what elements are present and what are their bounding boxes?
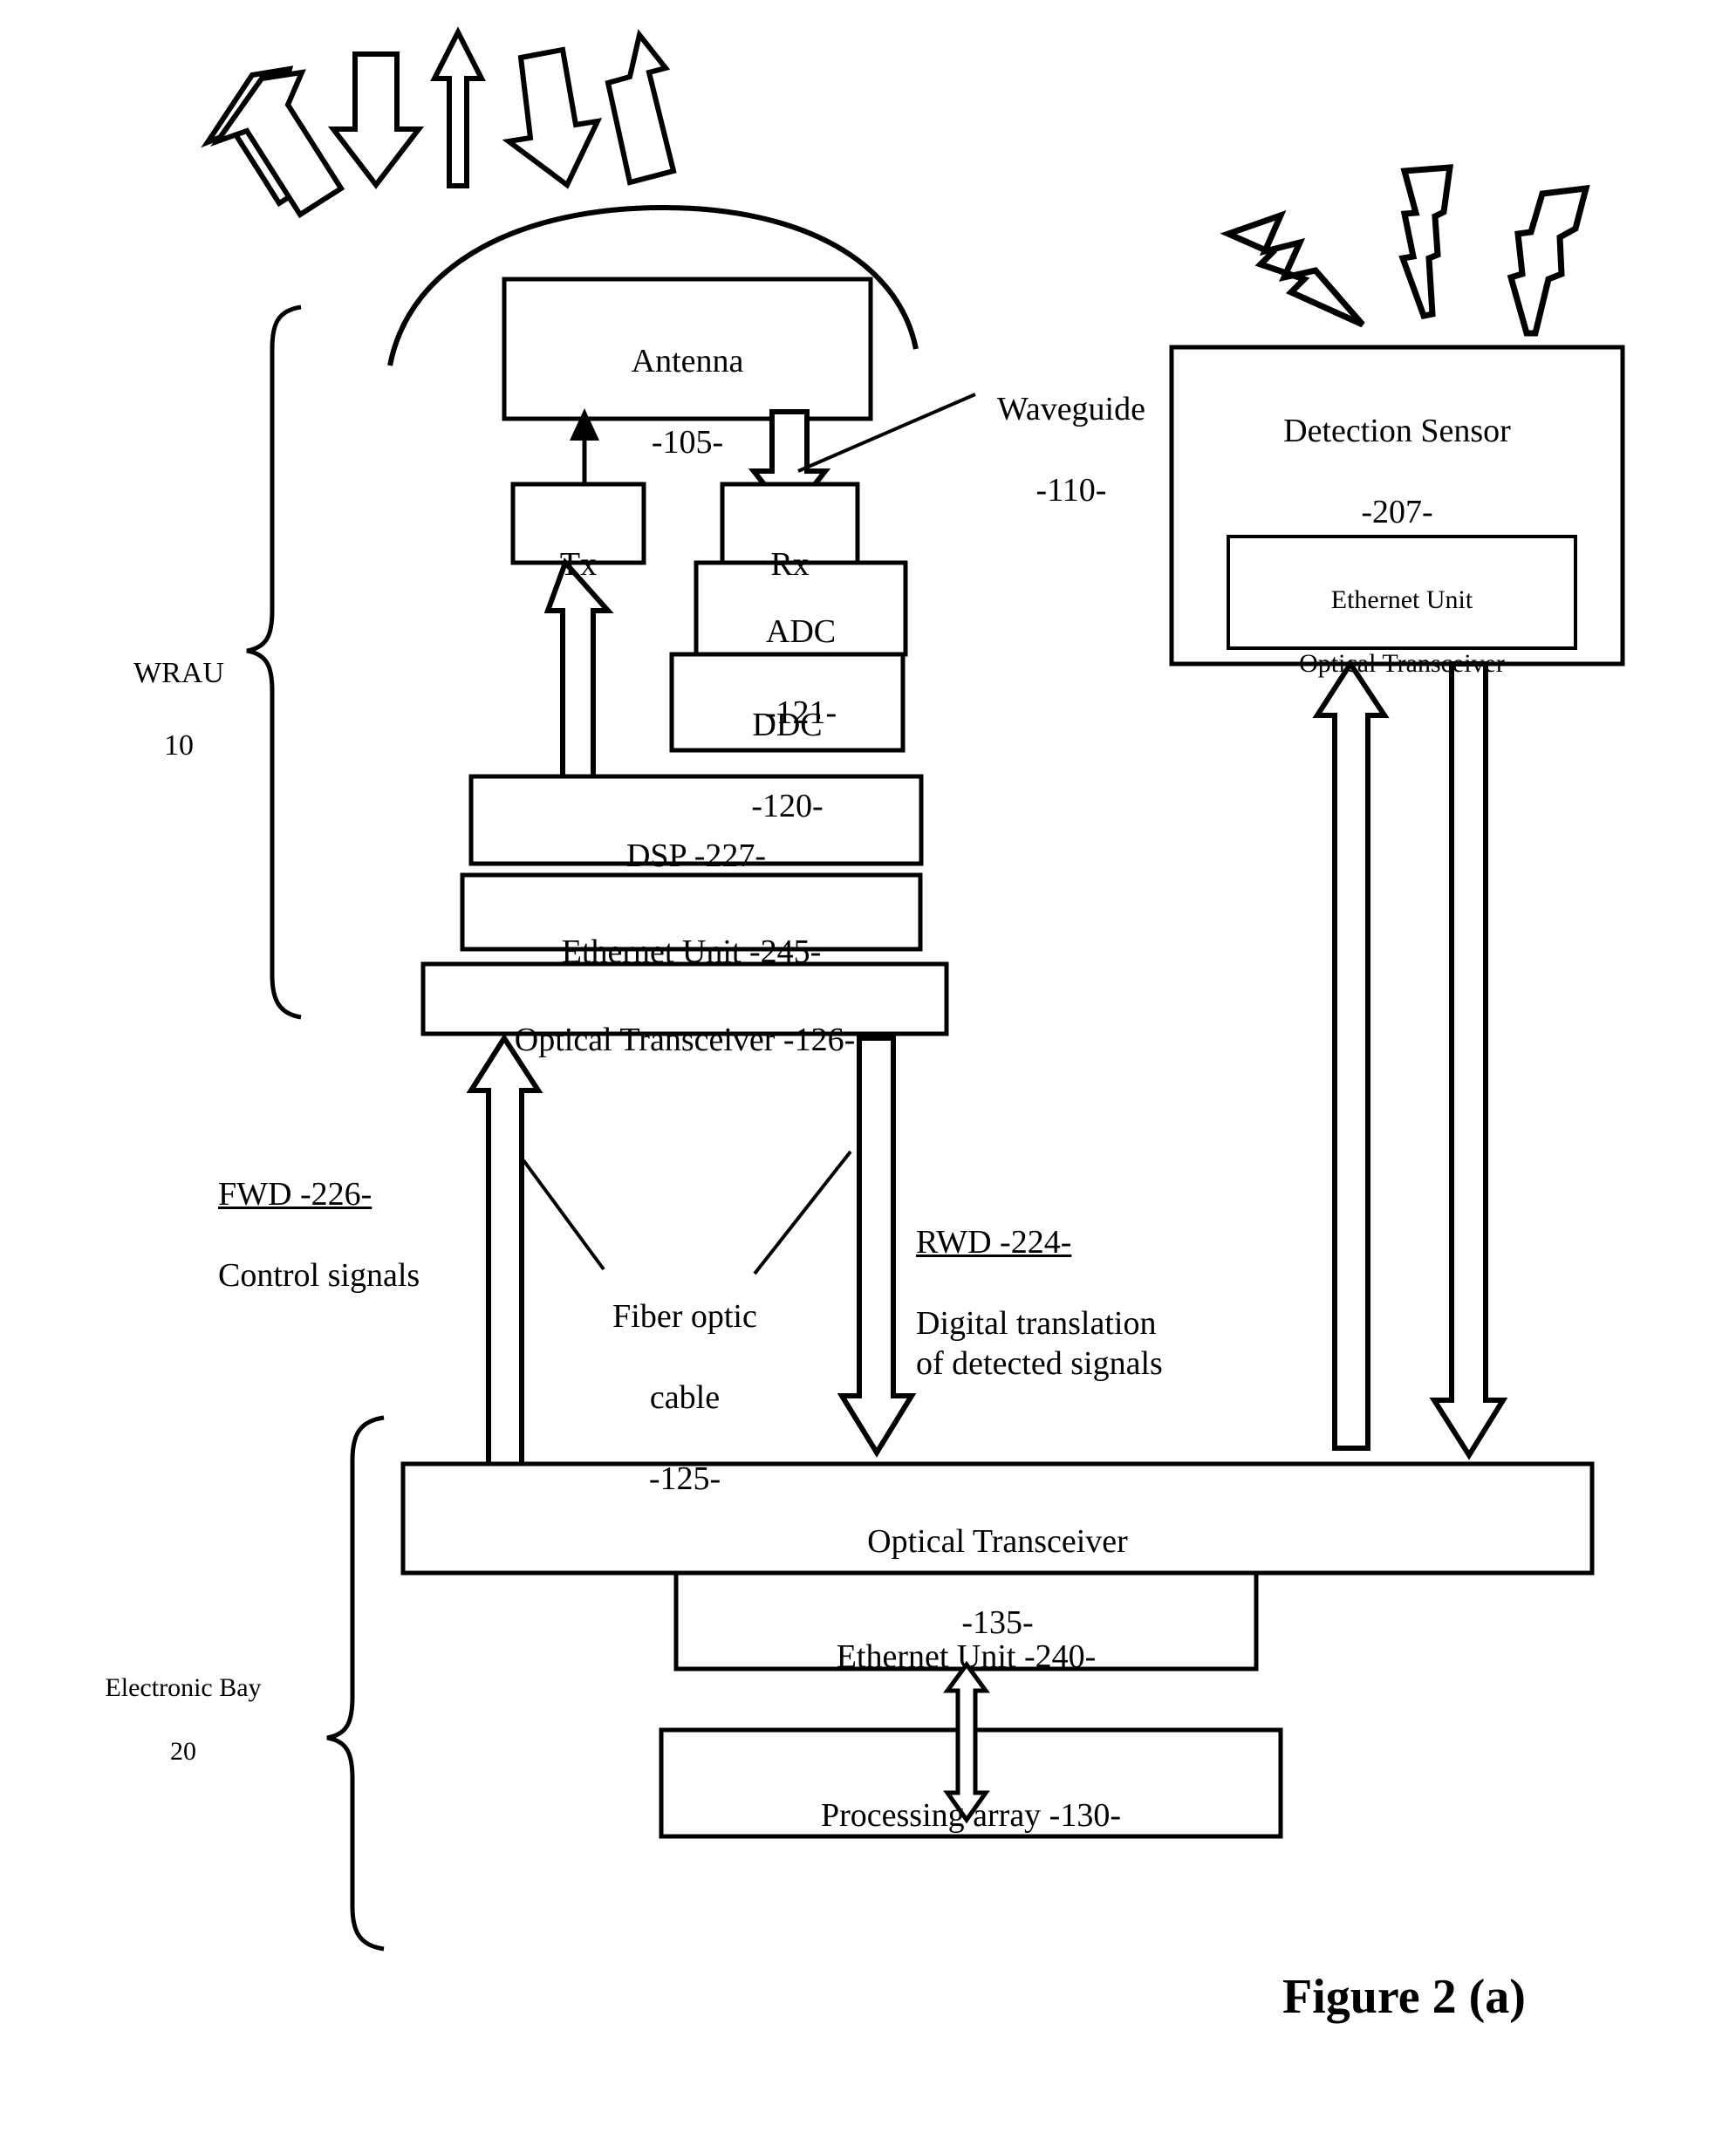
rx-box: [720, 482, 860, 565]
wrau-bracket-icon: [246, 304, 302, 1020]
sensor-ethernet-optical-box: [1227, 535, 1577, 650]
ethernet-unit-245-box: [460, 872, 923, 952]
electronic-bay-bracket-icon: [326, 1415, 385, 1952]
fiber-leader-line-left: [522, 1159, 605, 1271]
ddc-box: [669, 652, 906, 753]
optical-transceiver-135-box: [400, 1461, 1595, 1576]
antenna-box: [502, 277, 873, 421]
sensor-uplink-arrow-icon: [1312, 659, 1390, 1451]
tx-box: [510, 482, 646, 565]
rwd-fiber-arrow-icon: [837, 1036, 917, 1458]
optical-transceiver-126-box: [420, 961, 949, 1036]
lightning-bolt-icon-1: [1220, 210, 1365, 328]
fiber-leader-line-right: [753, 1150, 852, 1275]
ethernet-unit-240-box: [673, 1570, 1259, 1672]
fwd-fiber-arrow-icon: [466, 1033, 543, 1477]
patent-figure-page: .bx { fill:#ffffff; stroke:#000000; stro…: [0, 0, 1736, 2133]
adc-box: [694, 560, 908, 657]
dsp-box: [468, 774, 924, 866]
dsp-to-tx-arrow: [543, 557, 614, 783]
sensor-downlink-arrow-icon: [1429, 661, 1508, 1460]
rf-beam-arrows-icon: [0, 0, 677, 219]
lightning-bolt-icon-2: [1398, 164, 1454, 320]
lightning-bolt-icon-3: [1507, 184, 1590, 337]
diagram-vector-layer: .bx { fill:#ffffff; stroke:#000000; stro…: [0, 0, 1625, 1952]
